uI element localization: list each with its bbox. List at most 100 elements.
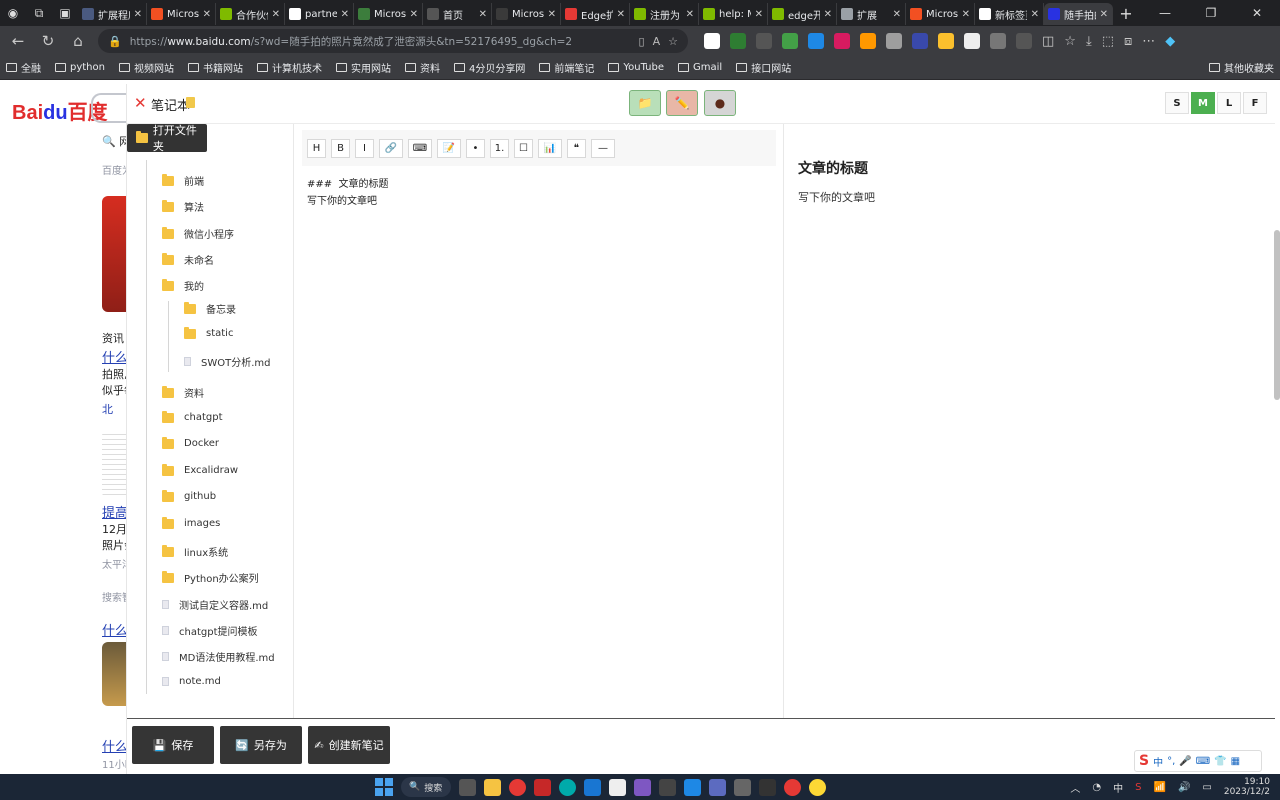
app-k-icon[interactable]	[584, 778, 601, 796]
result-thumbnail[interactable]	[102, 642, 126, 706]
workspaces-icon[interactable]: ⧉	[26, 0, 52, 26]
italic-button[interactable]: I	[355, 138, 374, 158]
close-tab-icon[interactable]: ✕	[203, 9, 211, 20]
tree-folder-item[interactable]: github	[162, 489, 216, 502]
browser-tab[interactable]: 合作伙伴 ✕	[216, 3, 285, 25]
start-button[interactable]	[375, 778, 393, 796]
downloads-icon[interactable]: ⤓	[1086, 34, 1092, 49]
bookmark-item[interactable]: YouTube	[608, 60, 664, 75]
favorite-star-icon[interactable]: ☆	[668, 35, 678, 48]
other-bookmarks[interactable]: 其他收藏夹	[1209, 60, 1274, 75]
save-as-button[interactable]: 🔄 另存为	[220, 726, 302, 764]
sogou-icon[interactable]: S	[1139, 753, 1149, 769]
browser-tab[interactable]: 新标签页 ✕	[975, 3, 1044, 25]
chart-button[interactable]: 📊	[538, 138, 562, 158]
screenshot-icon[interactable]: ⬚	[1102, 34, 1114, 49]
extension-puzzle-icon[interactable]	[1016, 33, 1032, 49]
result-thumbnail[interactable]	[102, 430, 126, 498]
create-note-button[interactable]: ✍ 创建新笔记	[308, 726, 390, 764]
app-grid-icon[interactable]	[734, 778, 751, 796]
input-language[interactable]: 中	[1113, 780, 1123, 795]
ordered-list-button[interactable]: 1.	[490, 138, 509, 158]
keyboard-icon[interactable]: ⌨	[1196, 756, 1210, 767]
size-button[interactable]: M	[1191, 92, 1215, 114]
bookmark-item[interactable]: 前端笔记	[539, 60, 594, 75]
skin-icon[interactable]: 👕	[1214, 756, 1226, 767]
browser-tab[interactable]: Microsoft ✕	[147, 3, 216, 25]
netease-music-icon[interactable]	[534, 778, 551, 796]
collections-icon[interactable]: ⧈	[1124, 34, 1132, 49]
tree-file-item[interactable]: note.md	[162, 676, 221, 687]
close-tab-icon[interactable]: ✕	[962, 9, 970, 20]
taskbar-search[interactable]: 🔍 搜索	[401, 777, 451, 797]
tray-s-icon[interactable]: S	[1135, 782, 1141, 793]
tray-chevron-icon[interactable]: ︿	[1070, 780, 1080, 795]
tree-folder-item[interactable]: linux系统	[162, 544, 228, 559]
ime-punctuation-toggle[interactable]: °,	[1167, 756, 1175, 767]
result-link[interactable]: 什么	[102, 347, 128, 366]
keyboard-button[interactable]: ⌨	[408, 138, 432, 158]
microphone-icon[interactable]: 🎤	[1179, 756, 1191, 767]
bookmark-item[interactable]: 视频网站	[118, 60, 174, 75]
browser-tab[interactable]: edge开发 ✕	[768, 3, 837, 25]
extension-page-icon[interactable]	[990, 33, 1006, 49]
browser-tab[interactable]: 首页 ✕	[423, 3, 492, 25]
bookmark-item[interactable]: 书籍网站	[187, 60, 243, 75]
extension-v-icon[interactable]	[886, 33, 902, 49]
lock-icon[interactable]: 🔒	[108, 35, 122, 48]
tree-folder-item[interactable]: Excalidraw	[162, 463, 238, 476]
edit-mode-button[interactable]: ✏️	[666, 90, 698, 116]
extension-x-icon[interactable]	[704, 33, 720, 49]
browser-tab[interactable]: Microsoft ✕	[492, 3, 561, 25]
url-text[interactable]: https://www.baidu.com/s?wd=随手拍的照片竟然成了泄密源…	[130, 34, 631, 49]
editor-line[interactable]: ### 文章的标题	[307, 175, 389, 190]
chrome-icon[interactable]	[784, 778, 801, 796]
capcut-icon[interactable]	[759, 778, 776, 796]
tree-file-item[interactable]: 测试自定义容器.md	[162, 597, 268, 612]
result-source[interactable]: 北	[102, 401, 113, 417]
browser-tab[interactable]: 扩展程序 ✕	[78, 3, 147, 25]
more-menu-icon[interactable]: ⋯	[1142, 34, 1155, 49]
tree-folder-item[interactable]: 资料	[162, 385, 204, 400]
browser-tab[interactable]: Microsoft ✕	[906, 3, 975, 25]
home-icon[interactable]: ⌂	[68, 32, 88, 50]
volume-icon[interactable]: 🔊	[1178, 782, 1190, 793]
terminal-icon[interactable]	[659, 778, 676, 796]
split-screen-icon[interactable]: ◫	[1042, 34, 1054, 49]
tree-file-item[interactable]: chatgpt提问模板	[162, 623, 258, 638]
file-explorer-icon[interactable]	[484, 778, 501, 796]
close-tab-icon[interactable]: ✕	[272, 9, 280, 20]
extension-moon-icon[interactable]	[912, 33, 928, 49]
result-link[interactable]: 什么	[102, 620, 128, 639]
reader-icon[interactable]: ▯	[639, 35, 645, 48]
preview-mode-button[interactable]: ●	[704, 90, 736, 116]
size-button[interactable]: F	[1243, 92, 1267, 114]
bookmark-item[interactable]: 全融	[6, 60, 41, 75]
task-view-icon[interactable]	[459, 778, 476, 796]
wifi-icon[interactable]: 📶	[1153, 782, 1165, 793]
close-tab-icon[interactable]: ✕	[1100, 9, 1108, 20]
read-aloud-icon[interactable]: A	[653, 35, 661, 48]
code-button[interactable]: 📝	[437, 138, 461, 158]
close-tab-icon[interactable]: ✕	[410, 9, 418, 20]
extension-a-icon[interactable]	[860, 33, 876, 49]
quote-button[interactable]: ❝	[567, 138, 586, 158]
tree-folder-item[interactable]: 微信小程序	[162, 226, 234, 241]
chrome-icon[interactable]	[509, 778, 526, 796]
extension-grid-icon[interactable]	[834, 33, 850, 49]
edge-icon[interactable]	[559, 778, 576, 796]
bookmark-item[interactable]: 4分贝分享网	[453, 60, 525, 75]
close-tab-icon[interactable]: ✕	[824, 9, 832, 20]
minimize-button[interactable]: —	[1142, 6, 1188, 20]
bookmark-item[interactable]: 计算机技术	[256, 60, 322, 75]
visual-studio-icon[interactable]	[709, 778, 726, 796]
tree-folder-item[interactable]: 未命名	[162, 252, 214, 267]
save-button[interactable]: 💾 保存	[132, 726, 214, 764]
link-button[interactable]: 🔗	[379, 138, 403, 158]
heading-button[interactable]: H	[307, 138, 326, 158]
sun-app-icon[interactable]	[809, 778, 826, 796]
tree-folder-item[interactable]: Docker	[162, 436, 219, 449]
tree-folder-item[interactable]: 我的	[162, 278, 204, 293]
extension-copy-icon[interactable]	[756, 33, 772, 49]
editor-line[interactable]: 写下你的文章吧	[307, 192, 377, 207]
